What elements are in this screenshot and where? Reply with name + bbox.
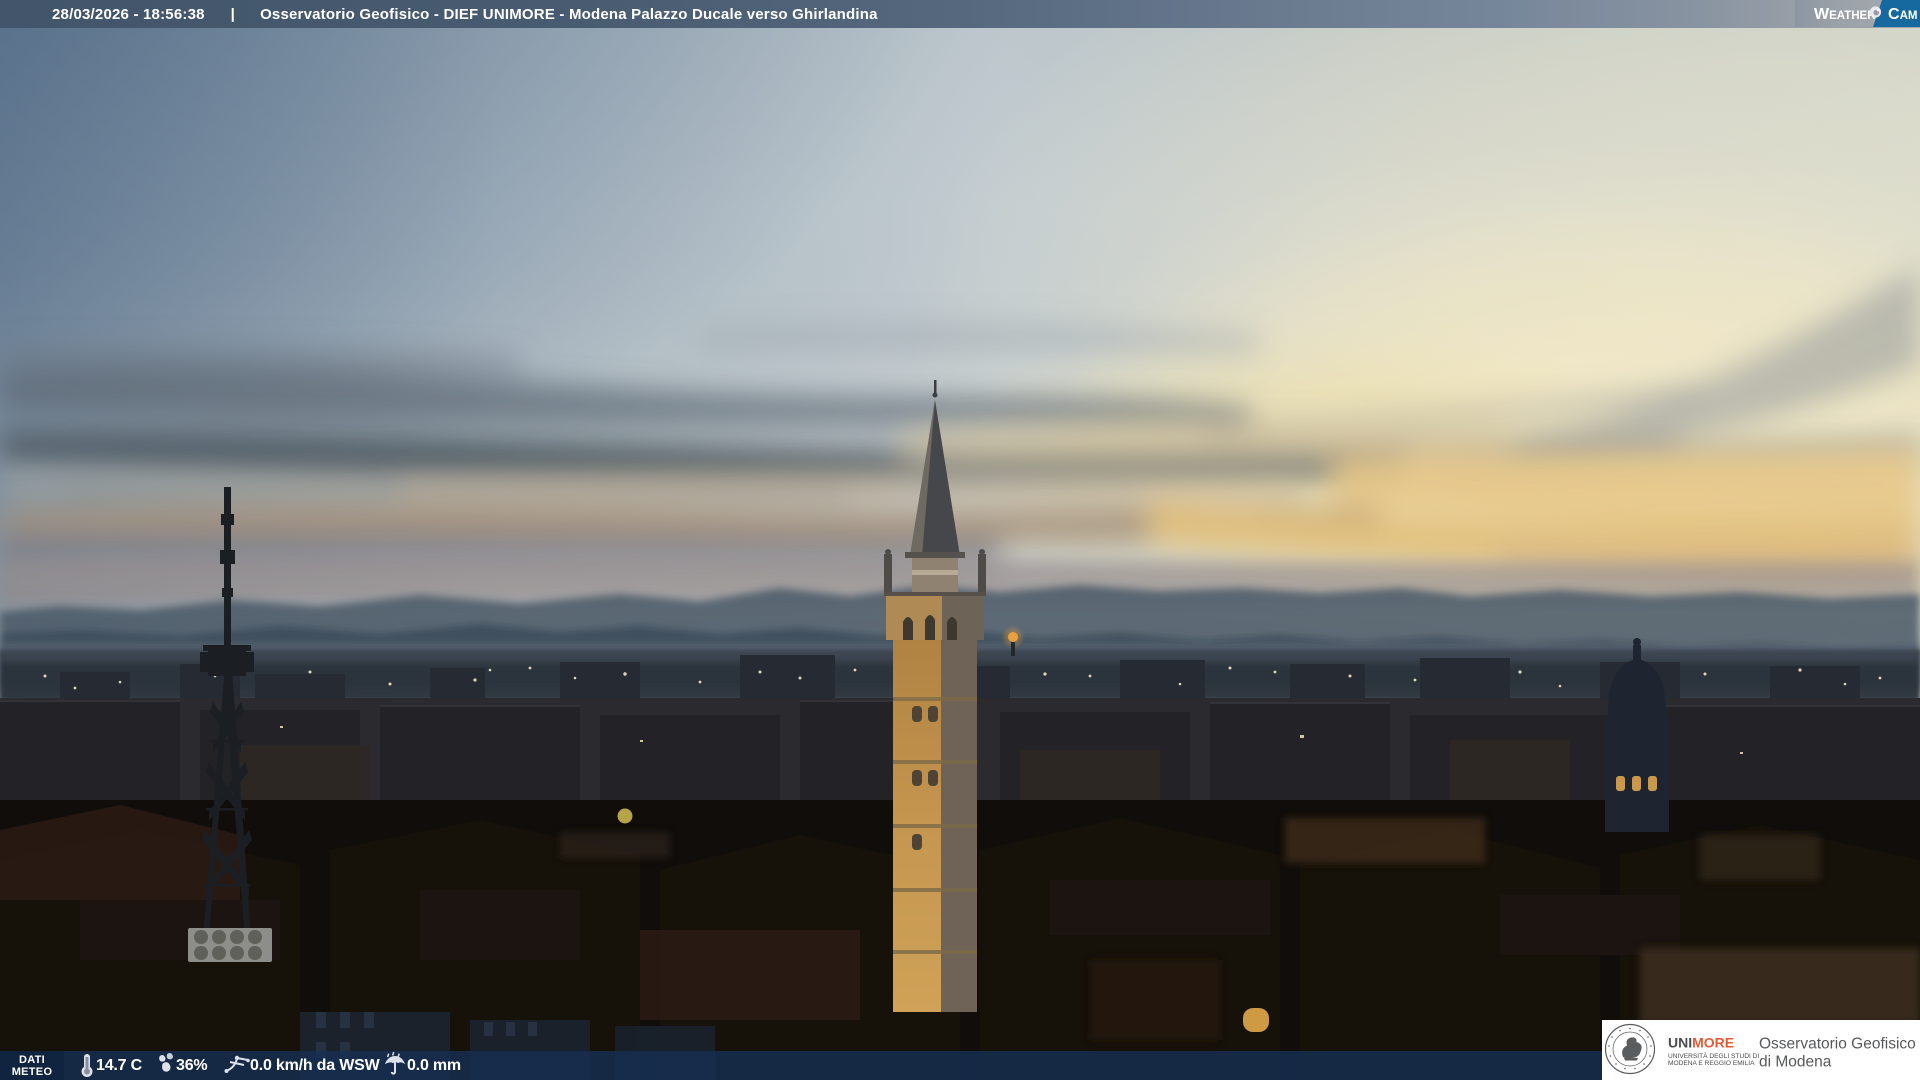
svg-text:MODENA E REGGIO EMILIA: MODENA E REGGIO EMILIA [1668, 1060, 1755, 1067]
svg-text:UNIMORE: UNIMORE [1668, 1035, 1734, 1051]
svg-text:Osservatorio Geofisico: Osservatorio Geofisico [1759, 1036, 1916, 1053]
svg-text:UNIVERSITÀ DEGLI STUDI DI: UNIVERSITÀ DEGLI STUDI DI [1668, 1051, 1759, 1060]
svg-text:di Modena: di Modena [1759, 1054, 1832, 1071]
